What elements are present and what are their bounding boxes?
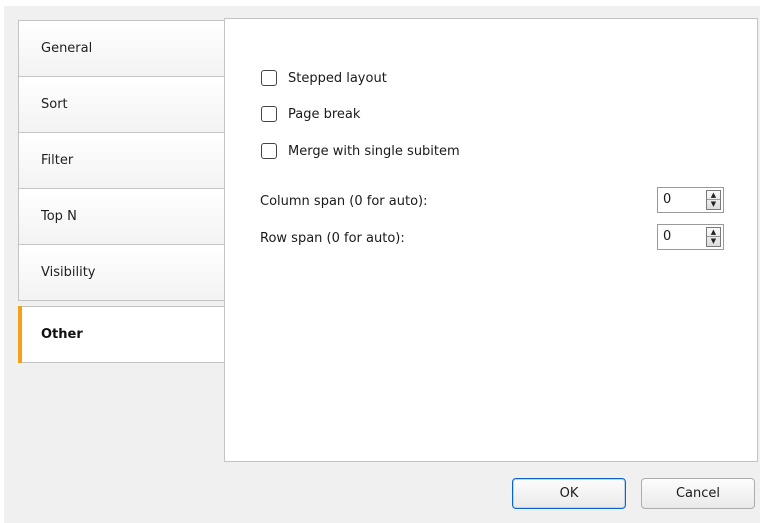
spin-up-icon[interactable]: ▲ — [707, 191, 720, 200]
stepped-layout-option[interactable]: Stepped layout — [261, 70, 387, 86]
stepped-layout-checkbox[interactable] — [261, 70, 277, 86]
tab-filter[interactable]: Filter — [18, 132, 225, 189]
page-break-label: Page break — [288, 106, 361, 122]
tab-label: Top N — [41, 209, 77, 224]
spin-up-icon[interactable]: ▲ — [707, 228, 720, 237]
tab-other[interactable]: Other — [18, 306, 230, 363]
merge-single-subitem-checkbox[interactable] — [261, 143, 277, 159]
column-span-spin-buttons: ▲ ▼ — [706, 190, 721, 210]
page-break-checkbox[interactable] — [261, 106, 277, 122]
tab-top-n[interactable]: Top N — [18, 188, 225, 245]
page-break-option[interactable]: Page break — [261, 106, 360, 122]
properties-dialog: General Sort Filter Top N Visibility Oth… — [4, 6, 760, 523]
spin-down-icon[interactable]: ▼ — [707, 237, 720, 246]
row-span-spin-buttons: ▲ ▼ — [706, 227, 721, 247]
ok-button[interactable]: OK — [512, 478, 626, 509]
merge-single-subitem-label: Merge with single subitem — [288, 143, 460, 159]
tab-visibility[interactable]: Visibility — [18, 244, 225, 301]
merge-single-subitem-option[interactable]: Merge with single subitem — [261, 143, 460, 159]
tab-label: Sort — [41, 97, 68, 112]
cancel-button-label: Cancel — [675, 486, 721, 501]
row-span-spinbox[interactable]: 0 ▲ ▼ — [657, 224, 724, 250]
tab-label: General — [41, 41, 93, 56]
row-span-value: 0 — [663, 229, 672, 244]
spin-down-icon[interactable]: ▼ — [707, 200, 720, 209]
stepped-layout-label: Stepped layout — [288, 70, 387, 86]
column-span-value: 0 — [663, 192, 672, 207]
row-span-label: Row span (0 for auto): — [260, 231, 405, 246]
tab-label: Other — [41, 327, 83, 342]
other-tab-panel: Stepped layout Page break Merge with sin… — [224, 18, 758, 462]
column-span-label: Column span (0 for auto): — [260, 194, 428, 209]
tab-label: Visibility — [41, 265, 96, 280]
ok-button-label: OK — [559, 486, 579, 501]
cancel-button[interactable]: Cancel — [641, 478, 755, 509]
tab-sort[interactable]: Sort — [18, 76, 225, 133]
tab-general[interactable]: General — [18, 20, 225, 77]
tab-label: Filter — [41, 153, 74, 168]
column-span-spinbox[interactable]: 0 ▲ ▼ — [657, 187, 724, 213]
